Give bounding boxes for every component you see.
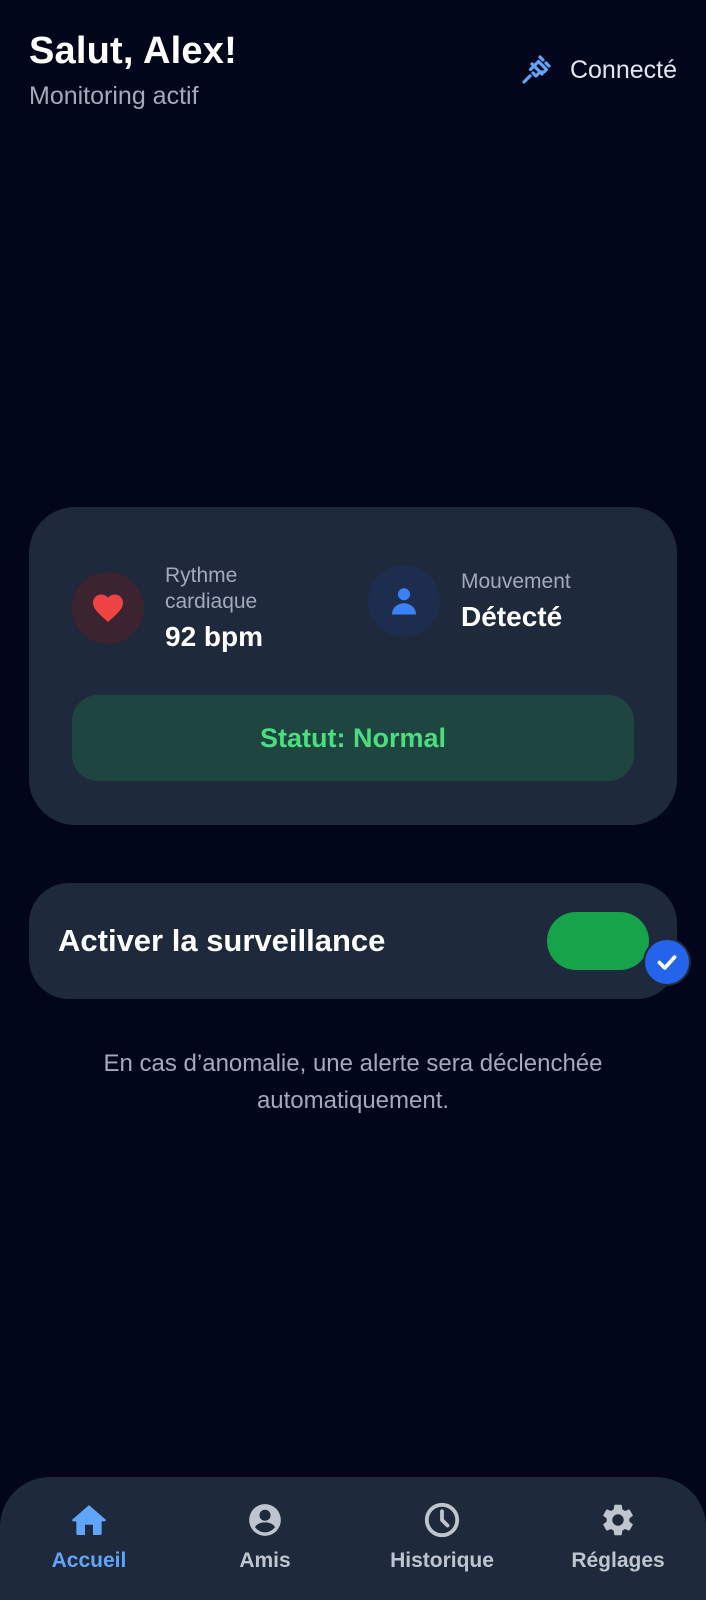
nav-item-amis[interactable]: Amis [185,1501,345,1573]
home-screen: Salut, Alex! Monitoring actif Connecté R… [0,0,706,1600]
person-icon-container [368,565,440,637]
movement-value: Détecté [461,601,563,632]
account-circle-icon [246,1501,284,1539]
vitals-card: Rythme cardiaque 92 bpm Mouvement Détect… [29,507,677,825]
nav-item-historique[interactable]: Historique [362,1501,522,1573]
connection-status[interactable]: Connecté [518,52,677,88]
connection-label: Connecté [569,55,677,84]
monitoring-toggle[interactable] [547,912,649,970]
movement-label: Mouvement [461,570,571,593]
nav-label-amis: Amis [239,1549,291,1572]
greeting-title: Salut, Alex! [29,30,237,72]
heart-rate-label: Rythme cardiaque [165,564,258,613]
check-icon [645,940,689,984]
nav-item-reglages[interactable]: Réglages [538,1501,698,1573]
home-icon [70,1501,108,1539]
clock-icon [423,1501,461,1539]
gear-icon [599,1501,637,1539]
heart-icon [90,590,126,626]
status-badge: Statut: Normal [72,695,634,781]
monitoring-toggle-card: Activer la surveillance [29,883,689,999]
nav-label-accueil: Accueil [51,1549,127,1572]
nav-label-reglages: Réglages [571,1549,665,1572]
heart-icon-container [72,572,144,644]
heart-rate-value: 92 bpm [165,621,264,652]
nav-label-historique: Historique [390,1549,494,1572]
monitoring-toggle-label: Activer la surveillance [58,923,386,958]
alert-info-text: En cas d’anomalie, une alerte sera décle… [103,1050,603,1114]
person-icon [386,583,422,619]
nav-item-accueil[interactable]: Accueil [9,1501,169,1573]
movement-vital: Mouvement Détecté [368,565,571,637]
bottom-navigation: Accueil Amis Historique Réglages [0,1477,706,1600]
heart-rate-vital: Rythme cardiaque 92 bpm [72,563,295,653]
monitoring-subtitle: Monitoring actif [29,82,199,110]
plug-icon [518,52,554,88]
